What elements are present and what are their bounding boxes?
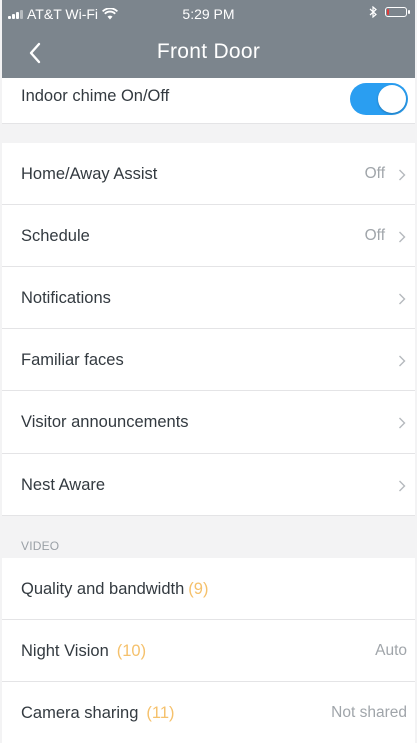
page-title: Front Door [156, 40, 261, 63]
bluetooth-icon [369, 6, 377, 18]
chevron-right-icon [399, 231, 406, 243]
status-right [369, 6, 410, 18]
status-bar: AT&T Wi-Fi 5:29 PM [2, 0, 415, 28]
indoor-chime-label: Indoor chime On/Off [21, 87, 170, 105]
chevron-right-icon [399, 355, 406, 367]
nav-bar: Front Door [2, 28, 415, 78]
visitor-announcements-row[interactable]: Visitor announcements [2, 391, 415, 454]
night-vision-label: Night Vision (10) [21, 642, 147, 660]
familiar-faces-row[interactable]: Familiar faces [2, 329, 415, 391]
battery-icon [385, 7, 410, 17]
notifications-row[interactable]: Notifications [2, 267, 415, 329]
chevron-right-icon [399, 169, 406, 181]
camera-sharing-value: Not shared [331, 704, 407, 721]
familiar-faces-label: Familiar faces [21, 351, 124, 369]
quality-bandwidth-label: Quality and bandwidth (9) [21, 580, 209, 598]
schedule-row[interactable]: Schedule Off [2, 205, 415, 267]
home-away-assist-value: Off [364, 165, 385, 182]
night-vision-value: Auto [375, 642, 407, 659]
settings-list: Indoor chime On/Off Home/Away Assist Off… [2, 78, 415, 743]
chevron-right-icon [399, 417, 406, 429]
quality-bandwidth-badge: (9) [188, 580, 209, 598]
quality-bandwidth-row[interactable]: Quality and bandwidth (9) [2, 558, 415, 620]
notifications-label: Notifications [21, 289, 111, 307]
chevron-right-icon [399, 293, 406, 305]
camera-sharing-badge: (11) [146, 704, 175, 722]
camera-sharing-row[interactable]: Camera sharing (11) Not shared [2, 682, 415, 743]
toggle-knob [378, 85, 406, 113]
night-vision-row[interactable]: Night Vision (10) Auto [2, 620, 415, 682]
schedule-value: Off [364, 227, 385, 244]
indoor-chime-row: Indoor chime On/Off [2, 78, 415, 124]
home-away-assist-row[interactable]: Home/Away Assist Off [2, 143, 415, 205]
phone-screen: AT&T Wi-Fi 5:29 PM Front Door Indoor chi… [0, 0, 417, 743]
app-header: AT&T Wi-Fi 5:29 PM Front Door [2, 0, 415, 78]
nest-aware-label: Nest Aware [21, 476, 106, 494]
home-away-assist-label: Home/Away Assist [21, 165, 158, 183]
camera-sharing-label: Camera sharing (11) [21, 704, 175, 722]
status-time: 5:29 PM [182, 6, 235, 22]
nest-aware-row[interactable]: Nest Aware [2, 454, 415, 516]
battery-level-fill [387, 9, 389, 15]
schedule-label: Schedule [21, 227, 90, 245]
visitor-announcements-label: Visitor announcements [21, 413, 189, 431]
chevron-right-icon [399, 480, 406, 492]
night-vision-badge: (10) [116, 642, 147, 660]
video-section-header: VIDEO [21, 539, 60, 553]
indoor-chime-toggle[interactable] [350, 83, 408, 115]
